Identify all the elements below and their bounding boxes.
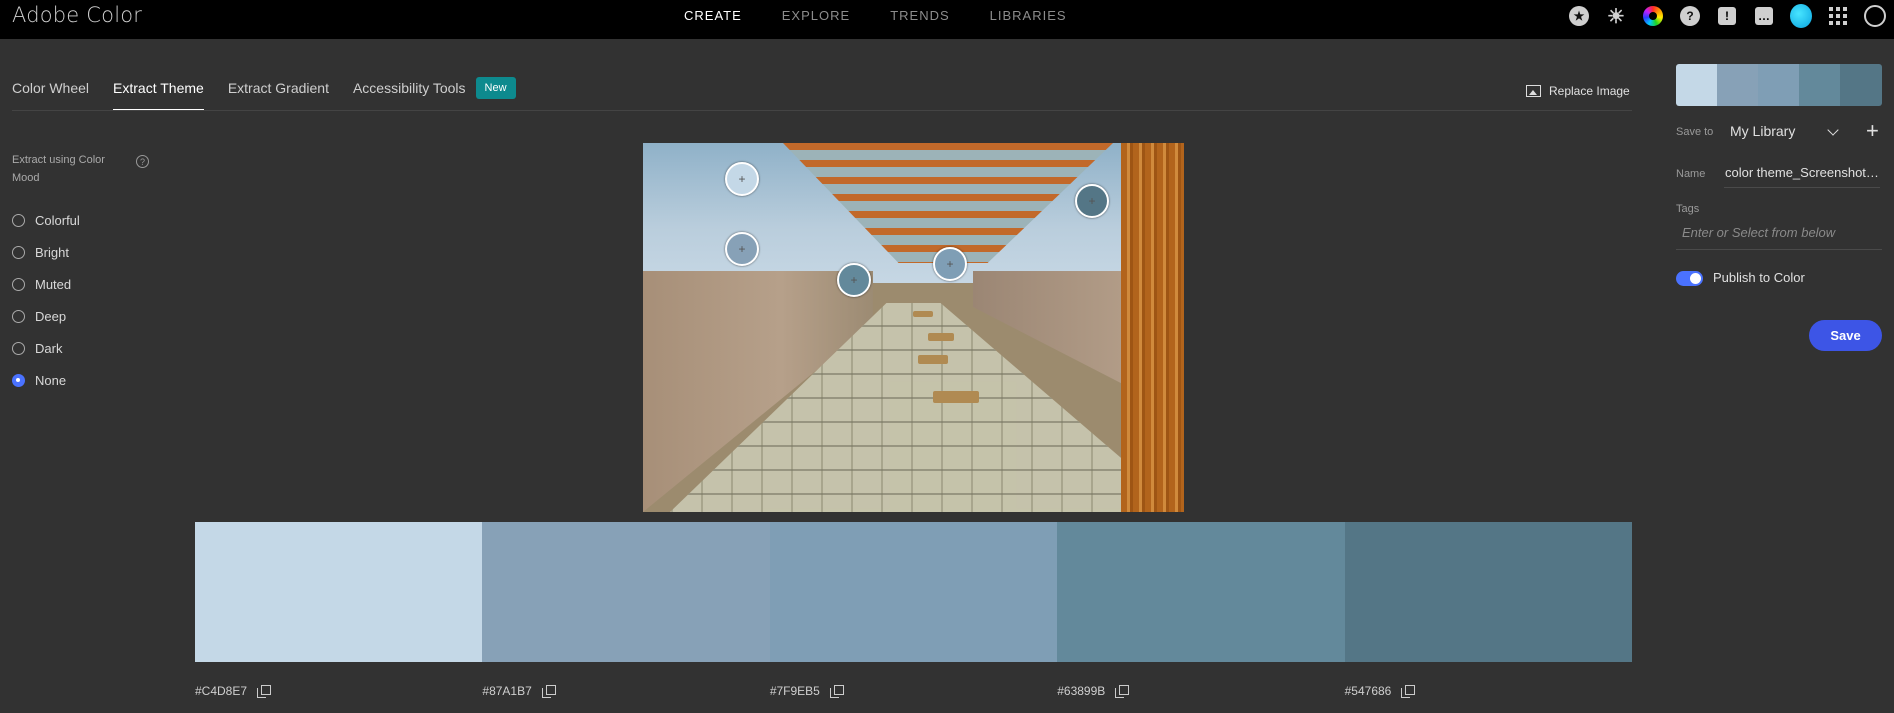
radio-icon xyxy=(12,341,25,355)
tabs-divider xyxy=(12,110,1632,111)
mood-label: None xyxy=(35,372,67,388)
swatch-row xyxy=(195,522,1633,662)
copy-icon[interactable] xyxy=(829,684,844,698)
radio-icon xyxy=(12,277,25,291)
hex-item: #87A1B7 xyxy=(482,684,769,698)
chevron-down-icon[interactable] xyxy=(1827,124,1839,136)
top-bar: Adobe Color CREATE EXPLORE TRENDS LIBRAR… xyxy=(0,0,1894,39)
help-icon[interactable]: ? xyxy=(1679,5,1701,27)
image-bench xyxy=(928,333,954,341)
color-swatch[interactable] xyxy=(769,522,1058,662)
preview-swatch xyxy=(1676,64,1717,106)
radio-icon xyxy=(12,245,25,259)
mode-tabs: Color Wheel Extract Theme Extract Gradie… xyxy=(12,74,516,111)
mood-label: Deep xyxy=(35,308,67,324)
hex-value[interactable]: #63899B xyxy=(1057,684,1105,698)
copy-icon[interactable] xyxy=(1115,684,1130,698)
sun-icon[interactable]: ☀ xyxy=(1605,5,1627,28)
color-swatch[interactable] xyxy=(1057,522,1345,662)
color-picker-marker[interactable]: + xyxy=(725,162,759,196)
color-picker-marker[interactable]: + xyxy=(933,247,967,281)
tags-label: Tags xyxy=(1676,203,1700,215)
theme-name-input[interactable]: color theme_Screenshot from 2023 xyxy=(1724,162,1880,188)
save-to-label: Save to xyxy=(1676,126,1714,138)
copy-icon[interactable] xyxy=(1401,684,1416,698)
copy-icon[interactable] xyxy=(541,684,556,698)
radio-icon xyxy=(12,309,25,323)
replace-image-button[interactable]: Replace Image xyxy=(1526,84,1630,98)
nav-trends[interactable]: TRENDS xyxy=(890,8,949,23)
app-brand[interactable]: Adobe Color xyxy=(12,3,142,27)
image-bench xyxy=(913,311,933,317)
image-bench xyxy=(918,355,948,364)
mood-muted[interactable]: Muted xyxy=(12,268,80,300)
star-icon[interactable]: ★ xyxy=(1568,5,1590,27)
save-button[interactable]: Save xyxy=(1809,320,1882,351)
library-select[interactable]: My Library xyxy=(1730,123,1795,139)
color-swatch[interactable] xyxy=(195,522,483,662)
mood-dark[interactable]: Dark xyxy=(12,332,80,364)
mood-none[interactable]: None xyxy=(12,364,80,396)
color-wheel-icon[interactable] xyxy=(1642,5,1664,27)
hex-value[interactable]: #547686 xyxy=(1345,684,1392,698)
name-label: Name xyxy=(1676,168,1706,180)
hex-row: #C4D8E7 #87A1B7 #7F9EB5 #63899B #547686 xyxy=(195,684,1632,698)
add-library-button[interactable]: + xyxy=(1866,120,1879,142)
tab-extract-theme[interactable]: Extract Theme xyxy=(113,74,204,111)
replace-image-label: Replace Image xyxy=(1549,84,1630,98)
tab-extract-gradient[interactable]: Extract Gradient xyxy=(228,74,329,102)
hex-item: #C4D8E7 xyxy=(195,684,482,698)
mood-colorful[interactable]: Colorful xyxy=(12,204,80,236)
creative-cloud-icon[interactable] xyxy=(1864,5,1886,27)
preview-swatch xyxy=(1717,64,1758,106)
apps-grid-icon[interactable] xyxy=(1827,5,1849,27)
color-picker-marker[interactable]: + xyxy=(837,263,871,297)
tags-input[interactable]: Enter or Select from below xyxy=(1676,222,1882,250)
color-picker-marker[interactable]: + xyxy=(1075,184,1109,218)
nav-libraries[interactable]: LIBRARIES xyxy=(990,8,1067,23)
mood-bright[interactable]: Bright xyxy=(12,236,80,268)
color-picker-marker[interactable]: + xyxy=(725,232,759,266)
mood-deep[interactable]: Deep xyxy=(12,300,80,332)
mood-options: Colorful Bright Muted Deep Dark None xyxy=(12,204,80,396)
hex-item: #63899B xyxy=(1057,684,1344,698)
publish-label: Publish to Color xyxy=(1713,270,1805,285)
hex-item: #547686 xyxy=(1345,684,1632,698)
preview-swatch xyxy=(1758,64,1799,106)
top-icons: ★ ☀ ? ! … xyxy=(1553,4,1894,28)
theme-preview xyxy=(1676,64,1882,106)
main-nav: CREATE EXPLORE TRENDS LIBRARIES xyxy=(684,0,1107,31)
tab-color-wheel[interactable]: Color Wheel xyxy=(12,74,89,102)
image-icon xyxy=(1526,85,1541,97)
copy-icon[interactable] xyxy=(257,684,272,698)
color-swatch[interactable] xyxy=(1344,522,1633,662)
radio-icon xyxy=(12,213,25,227)
image-door xyxy=(1121,143,1184,512)
hex-value[interactable]: #C4D8E7 xyxy=(195,684,247,698)
hex-value[interactable]: #7F9EB5 xyxy=(770,684,820,698)
image-bench xyxy=(933,391,979,403)
mood-label: Colorful xyxy=(35,212,80,228)
publish-toggle[interactable] xyxy=(1676,271,1703,286)
mood-label: Dark xyxy=(35,340,63,356)
mood-title: Extract using Color Mood xyxy=(12,154,105,184)
hex-value[interactable]: #87A1B7 xyxy=(482,684,531,698)
alert-icon[interactable]: ! xyxy=(1716,5,1738,27)
radio-checked-icon xyxy=(12,373,25,387)
hex-item: #7F9EB5 xyxy=(770,684,1057,698)
new-badge: New xyxy=(475,77,516,99)
source-image: + + + + + xyxy=(643,143,1184,512)
mood-help-icon[interactable]: ? xyxy=(136,155,149,168)
chat-icon[interactable]: … xyxy=(1753,5,1775,27)
mood-label: Bright xyxy=(35,244,69,260)
nav-create[interactable]: CREATE xyxy=(684,8,742,23)
color-swatch[interactable] xyxy=(482,522,770,662)
nav-explore[interactable]: EXPLORE xyxy=(782,8,850,23)
preview-swatch xyxy=(1799,64,1840,106)
mood-label: Muted xyxy=(35,276,72,292)
tab-accessibility-tools[interactable]: Accessibility Tools xyxy=(353,74,466,102)
avatar[interactable] xyxy=(1790,4,1812,28)
preview-swatch xyxy=(1840,64,1882,106)
